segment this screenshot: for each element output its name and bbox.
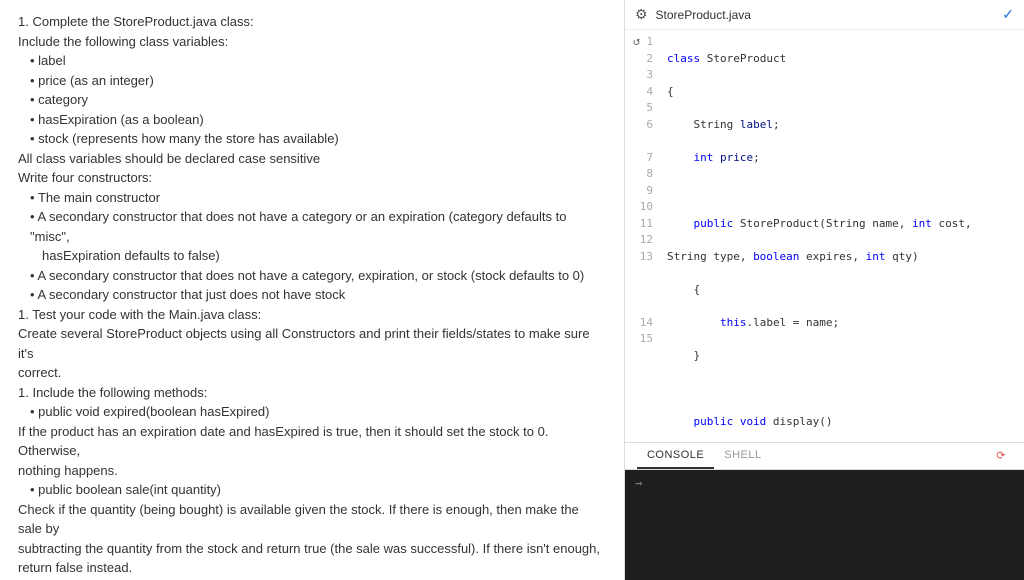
file-name[interactable]: StoreProduct.java xyxy=(656,8,751,22)
heading-methods: 1. Include the following methods: xyxy=(18,383,606,403)
ide-panel: ⚙ StoreProduct.java ✓ ↺ 1234567891011121… xyxy=(624,0,1024,580)
test-desc: Create several StoreProduct objects usin… xyxy=(18,324,606,363)
line-gutter: 123456789101112131415 xyxy=(625,30,661,442)
method-sig: public void expired(boolean hasExpired) xyxy=(18,402,606,422)
tab-shell[interactable]: SHELL xyxy=(714,443,771,469)
method-desc: subtracting the quantity from the stock … xyxy=(18,539,606,559)
check-icon[interactable]: ✓ xyxy=(1002,6,1014,23)
method-desc: nothing happens. xyxy=(18,461,606,481)
file-tab-bar: ⚙ StoreProduct.java ✓ xyxy=(625,0,1024,30)
terminal[interactable]: → xyxy=(625,470,1024,580)
ctor-item: The main constructor xyxy=(18,188,606,208)
ctor-item: A secondary constructor that does not ha… xyxy=(18,207,606,246)
ctor-item: A secondary constructor that just does n… xyxy=(18,285,606,305)
code-area[interactable]: class StoreProduct { String label; int p… xyxy=(661,30,1024,442)
history-icon[interactable]: ↺ xyxy=(633,34,640,48)
var-item: stock (represents how many the store has… xyxy=(18,129,606,149)
var-item: label xyxy=(18,51,606,71)
heading-include: Include the following class variables: xyxy=(18,32,606,52)
heading-test: 1. Test your code with the Main.java cla… xyxy=(18,305,606,325)
note-sensitive: All class variables should be declared c… xyxy=(18,149,606,169)
var-item: price (as an integer) xyxy=(18,71,606,91)
tab-console[interactable]: CONSOLE xyxy=(637,443,714,469)
heading-constructors: Write four constructors: xyxy=(18,168,606,188)
code-editor[interactable]: ↺ 123456789101112131415 class StoreProdu… xyxy=(625,30,1024,442)
method-desc: If the product has an expiration date an… xyxy=(18,422,606,461)
method-sig: public boolean sale(int quantity) xyxy=(18,480,606,500)
heading-complete: 1. Complete the StoreProduct.java class: xyxy=(18,12,606,32)
console-tabs: CONSOLE SHELL ⟳ xyxy=(625,442,1024,470)
var-item: category xyxy=(18,90,606,110)
terminal-prompt: → xyxy=(635,476,642,490)
refresh-icon[interactable]: ⟳ xyxy=(990,443,1012,469)
ctor-sub: hasExpiration defaults to false) xyxy=(18,246,606,266)
ctor-item: A secondary constructor that does not ha… xyxy=(18,266,606,286)
method-desc: return false instead. xyxy=(18,558,606,578)
var-item: hasExpiration (as a boolean) xyxy=(18,110,606,130)
gear-icon[interactable]: ⚙ xyxy=(635,6,648,23)
instructions-panel: 1. Complete the StoreProduct.java class:… xyxy=(0,0,624,580)
method-desc: Check if the quantity (being bought) is … xyxy=(18,500,606,539)
test-desc2: correct. xyxy=(18,363,606,383)
